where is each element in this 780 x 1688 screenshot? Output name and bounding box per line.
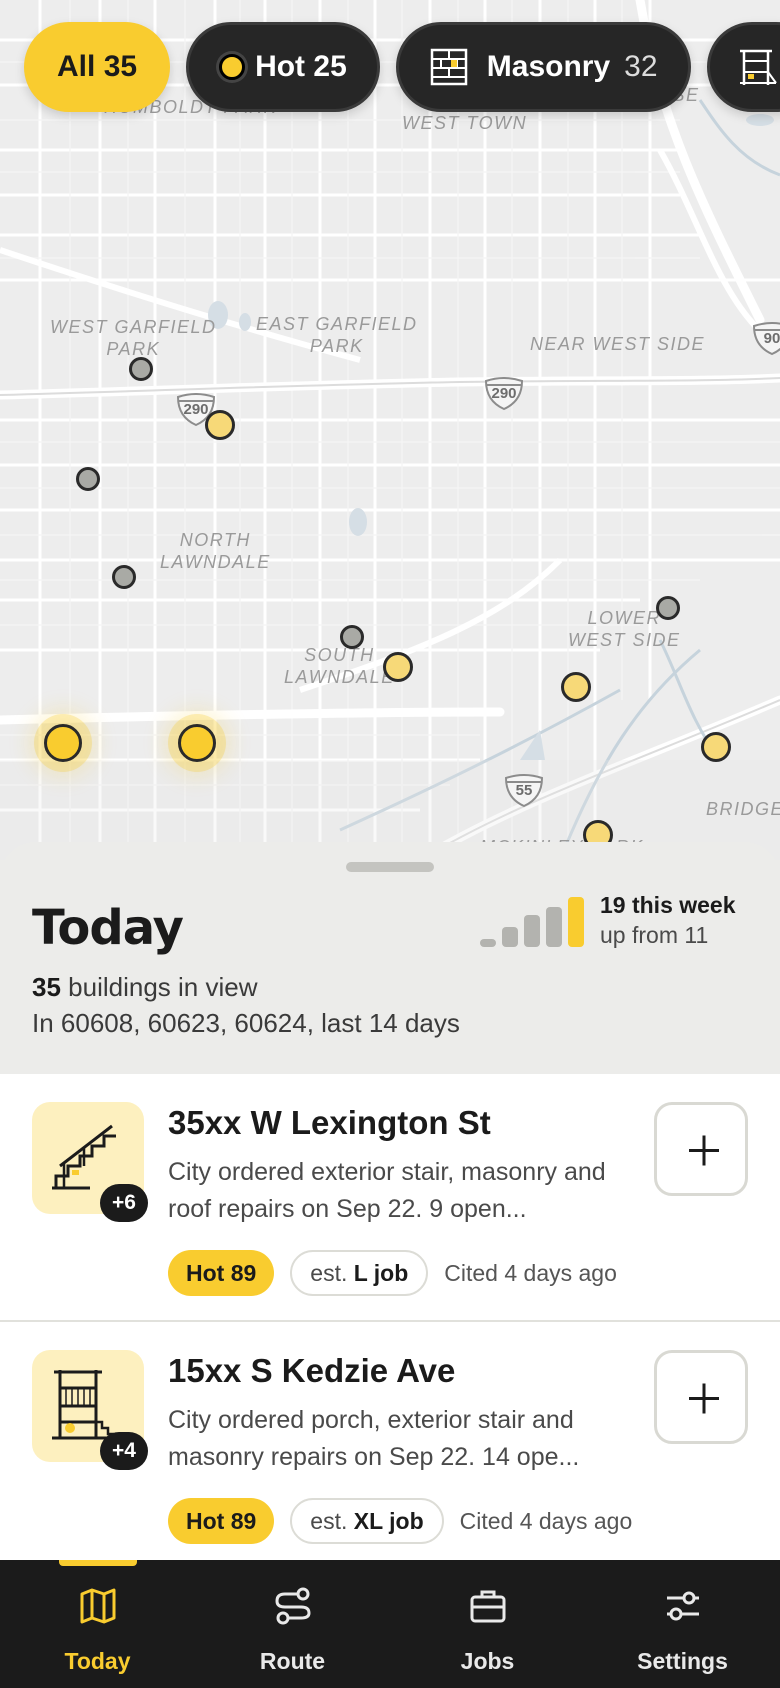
hot-score-badge: Hot 89 [168,1250,275,1296]
buildings-in-view: 35 buildings in view [32,972,257,1003]
nav-tab-jobs[interactable]: Jobs [390,1560,585,1688]
stair-icon [52,1124,116,1190]
nav-tab-label: Settings [637,1648,728,1674]
street-grid [0,0,780,860]
map-pin-hot-building[interactable] [178,724,216,762]
filter-chip-hot[interactable]: Hot 25 [186,22,380,112]
estimate-size: L job [353,1260,409,1286]
building-description: City ordered exterior stair, masonry and… [168,1158,606,1223]
weekly-count: 19 this week [600,892,736,918]
area-label-near-west-side: NEAR WEST SIDE [530,334,706,354]
search-scope: In 60608, 60623, 60624, last 14 days [32,1008,460,1038]
nav-tab-label: Route [259,1648,326,1674]
sheet-drag-handle[interactable] [346,862,434,872]
buildings-count: 35 [32,972,61,1002]
filter-chip-all[interactable]: All 35 [24,22,171,112]
building-description: City ordered porch, exterior stair and m… [168,1406,580,1471]
area-label-east-garfield-park: EAST GARFIELD PARK [256,314,418,356]
map-pin-building[interactable] [561,672,591,702]
area-label-west-garfield-park: WEST GARFIELD PARK [50,317,217,359]
filter-chip-masonry[interactable]: Masonry 32 [395,22,691,112]
map-pin-building[interactable] [340,625,364,649]
briefcase-icon [470,1590,505,1623]
weekly-comparison: up from 11 [600,922,709,948]
map-icon [80,1588,115,1624]
cited-date: Cited 4 days ago [444,1259,617,1286]
filter-chip-label: All [57,50,96,83]
highway-shield-number: 55 [515,782,533,799]
porch-icon [52,1370,118,1440]
extra-violations-badge: +4 [100,1432,148,1470]
nav-tab-today[interactable]: Today [0,1560,195,1688]
nav-tab-label: Today [64,1648,131,1674]
area-label-west-town: WEST TOWN [402,113,528,133]
highway-shield-55: 55 [504,774,544,808]
buildings-label: buildings in view [68,972,258,1002]
estimate-size: XL job [353,1508,424,1534]
building-list: +6 35xx W Lexington St City ordered exte… [0,1074,780,1570]
area-label-bridgeport: BRIDGE [706,799,780,819]
weekly-trend-bars-icon [480,897,584,947]
filter-chip-label: Masonry [486,50,611,83]
nav-tab-label: Jobs [460,1648,515,1674]
page-title: Today [32,900,184,956]
brick-wall-icon [430,48,468,86]
highway-shield-number: 290 [491,385,517,402]
add-to-route-button[interactable] [654,1350,748,1444]
map-pin-building[interactable] [656,596,680,620]
nav-tab-settings[interactable]: Settings [585,1560,780,1688]
route-icon [274,1587,311,1625]
map-pin-building[interactable] [205,410,235,440]
add-to-route-button[interactable] [654,1102,748,1196]
cited-date: Cited 4 days ago [459,1507,633,1534]
map-pin-building[interactable] [76,467,100,491]
filter-chip-count: 35 [103,50,138,83]
building-address: 35xx W Lexington St [168,1104,491,1141]
filter-chip-bar: All 35 Hot 25 Masonry 32 [24,22,780,112]
highway-shield-number: 90 [763,330,780,347]
hot-score-badge: Hot 89 [168,1498,275,1544]
area-label-south-lawndale: SOUTH LAWNDALE [284,645,395,687]
map-pin-hot-building[interactable] [44,724,82,762]
list-item[interactable]: +6 35xx W Lexington St City ordered exte… [0,1074,780,1322]
list-item[interactable]: +4 15xx S Kedzie Ave City ordered porch,… [0,1322,780,1570]
bottom-nav: Today Route Jobs Settings [0,1560,780,1688]
highway-shield-290: 290 [484,377,524,411]
building-address: 15xx S Kedzie Ave [168,1352,456,1389]
estimate-prefix: est. [310,1260,348,1286]
hot-dot-icon [219,54,246,80]
building-tags: Hot 89 est. L job Cited 4 days ago [168,1250,617,1296]
filter-chip-count: 32 [624,50,658,83]
map-pin-building[interactable] [383,652,413,682]
job-size-estimate: est. XL job [290,1498,444,1544]
filter-chip-scaffold[interactable] [706,22,780,112]
map-pin-building[interactable] [112,565,136,589]
nav-tab-route[interactable]: Route [195,1560,390,1688]
filter-chip-label: Hot [255,50,306,83]
scaffold-icon [739,49,777,85]
job-size-estimate: est. L job [290,1250,429,1296]
today-sheet: Today 19 this week up from 11 35 buildin… [0,842,780,1570]
extra-violations-badge: +6 [100,1184,148,1222]
map-view[interactable]: HUMBOLDT PARK WEST TOWN WEST GARFIELD PA… [0,0,780,860]
map-pin-building[interactable] [129,357,153,381]
map-pin-building[interactable] [701,732,731,762]
estimate-prefix: est. [310,1508,348,1534]
filter-chip-count: 25 [313,50,347,83]
area-label-north-lawndale: NORTH LAWNDALE [160,530,271,572]
sliders-icon [666,1591,699,1621]
highway-shield-90: 90 [752,322,780,356]
building-tags: Hot 89 est. XL job Cited 4 days ago [168,1498,632,1544]
